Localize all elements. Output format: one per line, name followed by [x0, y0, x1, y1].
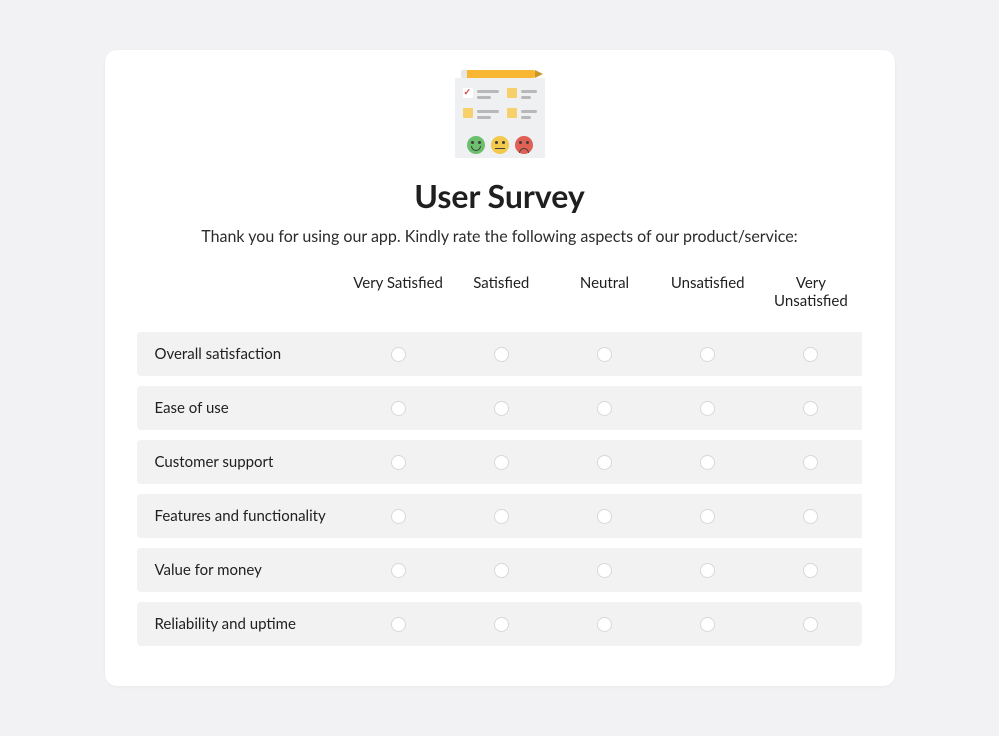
rating-radio[interactable]	[391, 509, 406, 524]
rating-radio[interactable]	[803, 455, 818, 470]
rating-radio[interactable]	[700, 455, 715, 470]
page-subtitle: Thank you for using our app. Kindly rate…	[137, 227, 863, 246]
rating-radio[interactable]	[700, 563, 715, 578]
survey-header: User Survey Thank you for using our app.…	[137, 78, 863, 246]
rating-radio[interactable]	[494, 509, 509, 524]
rating-radio[interactable]	[494, 401, 509, 416]
row-label: Ease of use	[137, 386, 347, 430]
rating-radio[interactable]	[803, 563, 818, 578]
rating-radio[interactable]	[494, 455, 509, 470]
survey-card: User Survey Thank you for using our app.…	[105, 50, 895, 686]
rating-radio[interactable]	[494, 563, 509, 578]
survey-grid: Very Satisfied Satisfied Neutral Unsatis…	[137, 268, 863, 646]
rating-radio[interactable]	[597, 455, 612, 470]
rating-radio[interactable]	[494, 617, 509, 632]
row-label: Reliability and uptime	[137, 602, 347, 646]
column-header-neutral: Neutral	[553, 268, 656, 322]
rating-radio[interactable]	[391, 563, 406, 578]
page-title: User Survey	[137, 176, 863, 215]
rating-radio[interactable]	[494, 347, 509, 362]
rating-radio[interactable]	[597, 347, 612, 362]
column-header-very-satisfied: Very Satisfied	[347, 268, 450, 322]
row-label: Overall satisfaction	[137, 332, 347, 376]
rating-radio[interactable]	[391, 455, 406, 470]
survey-form-icon	[455, 78, 545, 158]
rating-radio[interactable]	[391, 617, 406, 632]
rating-radio[interactable]	[597, 617, 612, 632]
rating-radio[interactable]	[700, 347, 715, 362]
row-label: Customer support	[137, 440, 347, 484]
rating-radio[interactable]	[597, 509, 612, 524]
row-label: Features and functionality	[137, 494, 347, 538]
rating-radio[interactable]	[803, 509, 818, 524]
rating-radio[interactable]	[700, 401, 715, 416]
rating-radio[interactable]	[391, 347, 406, 362]
rating-radio[interactable]	[803, 401, 818, 416]
rating-radio[interactable]	[391, 401, 406, 416]
rating-radio[interactable]	[700, 617, 715, 632]
column-header-unsatisfied: Unsatisfied	[656, 268, 759, 322]
rating-radio[interactable]	[803, 347, 818, 362]
row-label: Value for money	[137, 548, 347, 592]
rating-radio[interactable]	[700, 509, 715, 524]
column-header-satisfied: Satisfied	[450, 268, 553, 322]
face-happy-icon	[467, 136, 485, 154]
rating-radio[interactable]	[597, 401, 612, 416]
column-header-very-unsatisfied: Very Unsatisfied	[759, 268, 862, 322]
rating-radio[interactable]	[597, 563, 612, 578]
face-sad-icon	[515, 136, 533, 154]
face-neutral-icon	[491, 136, 509, 154]
rating-radio[interactable]	[803, 617, 818, 632]
